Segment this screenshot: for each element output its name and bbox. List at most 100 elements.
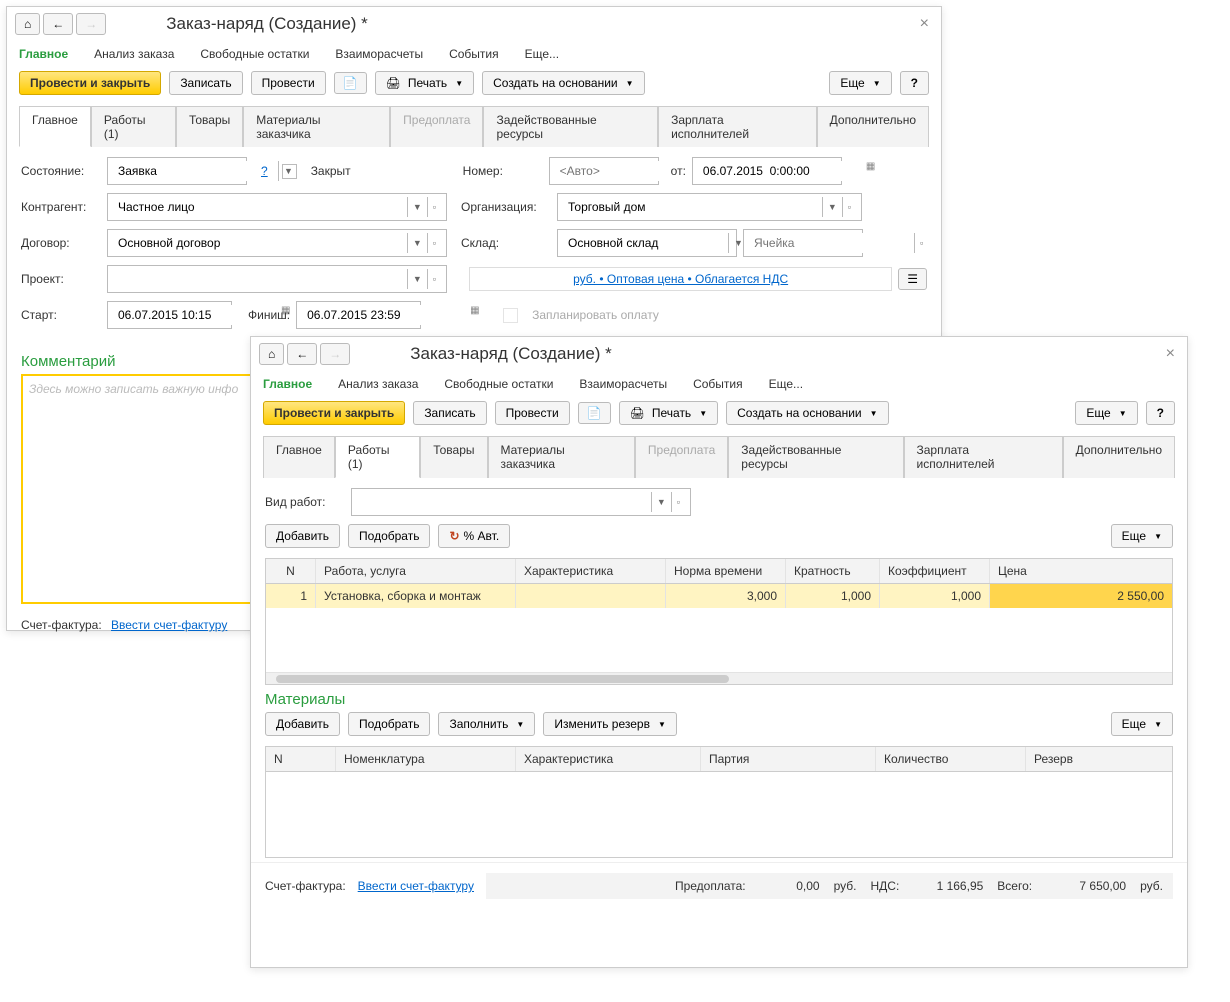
tab-salary[interactable]: Зарплата исполнителей xyxy=(904,436,1063,478)
add-button[interactable]: Добавить xyxy=(265,712,340,736)
tab-materials[interactable]: Материалы заказчика xyxy=(243,106,390,147)
finish-field[interactable]: ▦ xyxy=(296,301,421,329)
state-input[interactable] xyxy=(113,161,278,181)
nav-events[interactable]: События xyxy=(693,377,743,391)
back-button[interactable]: ← xyxy=(43,13,73,35)
cell-combo[interactable]: ▫ xyxy=(743,229,863,257)
invoice-link[interactable]: Ввести счет-фактуру xyxy=(111,618,227,632)
col-mult[interactable]: Кратность xyxy=(786,559,880,583)
col-qty[interactable]: Количество xyxy=(876,747,1026,771)
settings-icon[interactable]: ☰ xyxy=(898,268,927,290)
open-icon[interactable]: ▫ xyxy=(427,233,441,253)
write-button[interactable]: Записать xyxy=(169,71,242,95)
tab-works[interactable]: Работы (1) xyxy=(335,436,420,478)
col-coef[interactable]: Коэффициент xyxy=(880,559,990,583)
invoice-link[interactable]: Ввести счет-фактуру xyxy=(358,879,474,893)
nav-remains[interactable]: Свободные остатки xyxy=(444,377,553,391)
number-field[interactable] xyxy=(549,157,659,185)
more-button[interactable]: Еще xyxy=(1075,401,1137,425)
print-button[interactable]: Печать xyxy=(619,401,718,425)
calendar-icon[interactable]: ▦ xyxy=(863,161,878,181)
reserve-button[interactable]: Изменить резерв xyxy=(543,712,677,736)
help-button[interactable]: ? xyxy=(900,71,929,95)
col-nom[interactable]: Номенклатура xyxy=(336,747,516,771)
nav-events[interactable]: События xyxy=(449,47,499,61)
create-based-button[interactable]: Создать на основании xyxy=(726,401,888,425)
work-type-combo[interactable]: ▼ ▫ xyxy=(351,488,691,516)
col-price[interactable]: Цена xyxy=(990,559,1172,583)
tab-goods[interactable]: Товары xyxy=(420,436,487,478)
date-field[interactable]: ▦ xyxy=(692,157,842,185)
chevron-down-icon[interactable]: ▼ xyxy=(407,269,427,289)
more-button[interactable]: Еще xyxy=(1111,712,1173,736)
col-work[interactable]: Работа, услуга xyxy=(316,559,516,583)
close-icon[interactable]: × xyxy=(1162,345,1179,363)
post-button[interactable]: Провести xyxy=(495,401,570,425)
open-icon[interactable]: ▫ xyxy=(427,197,441,217)
table-row[interactable]: 1 Установка, сборка и монтаж 3,000 1,000… xyxy=(266,584,1172,608)
auto-button[interactable]: ↻ % Авт. xyxy=(438,524,510,548)
post-button[interactable]: Провести xyxy=(251,71,326,95)
structure-button[interactable]: 📄 xyxy=(578,402,611,424)
nav-main[interactable]: Главное xyxy=(19,47,68,61)
nav-main[interactable]: Главное xyxy=(263,377,312,391)
warehouse-combo[interactable]: ▼ ▫ xyxy=(557,229,737,257)
structure-button[interactable]: 📄 xyxy=(334,72,367,94)
closed-checkbox[interactable] xyxy=(282,164,297,179)
tab-extra[interactable]: Дополнительно xyxy=(1063,436,1175,478)
forward-button[interactable]: → xyxy=(76,13,106,35)
home-button[interactable]: ⌂ xyxy=(15,13,40,35)
project-combo[interactable]: ▼ ▫ xyxy=(107,265,447,293)
chevron-down-icon[interactable]: ▼ xyxy=(651,492,671,512)
state-combo[interactable]: ▼ xyxy=(107,157,247,185)
print-button[interactable]: Печать xyxy=(375,71,474,95)
chevron-down-icon[interactable]: ▼ xyxy=(407,197,427,217)
org-input[interactable] xyxy=(563,197,822,217)
nav-more[interactable]: Еще... xyxy=(525,47,559,61)
pick-button[interactable]: Подобрать xyxy=(348,712,430,736)
open-icon[interactable]: ▫ xyxy=(914,233,928,253)
tab-salary[interactable]: Зарплата исполнителей xyxy=(658,106,817,147)
contract-combo[interactable]: ▼ ▫ xyxy=(107,229,447,257)
open-icon[interactable]: ▫ xyxy=(671,492,685,512)
close-icon[interactable]: × xyxy=(916,15,933,33)
col-char[interactable]: Характеристика xyxy=(516,747,701,771)
post-close-button[interactable]: Провести и закрыть xyxy=(263,401,405,425)
col-norm[interactable]: Норма времени xyxy=(666,559,786,583)
help-link[interactable]: ? xyxy=(261,164,268,178)
home-button[interactable]: ⌂ xyxy=(259,343,284,365)
col-char[interactable]: Характеристика xyxy=(516,559,666,583)
pick-button[interactable]: Подобрать xyxy=(348,524,430,548)
tab-goods[interactable]: Товары xyxy=(176,106,243,147)
counterparty-input[interactable] xyxy=(113,197,407,217)
write-button[interactable]: Записать xyxy=(413,401,486,425)
tab-main[interactable]: Главное xyxy=(263,436,335,478)
contract-input[interactable] xyxy=(113,233,407,253)
project-input[interactable] xyxy=(113,269,407,289)
col-n[interactable]: N xyxy=(266,559,316,583)
chevron-down-icon[interactable]: ▼ xyxy=(407,233,427,253)
warehouse-input[interactable] xyxy=(563,233,728,253)
col-n[interactable]: N xyxy=(266,747,336,771)
work-type-input[interactable] xyxy=(357,492,651,512)
col-reserve[interactable]: Резерв xyxy=(1026,747,1172,771)
date-input[interactable] xyxy=(698,161,863,181)
tab-extra[interactable]: Дополнительно xyxy=(817,106,929,147)
cell-input[interactable] xyxy=(749,233,914,253)
tab-works[interactable]: Работы (1) xyxy=(91,106,176,147)
create-based-button[interactable]: Создать на основании xyxy=(482,71,644,95)
chevron-down-icon[interactable]: ▼ xyxy=(822,197,842,217)
tab-main[interactable]: Главное xyxy=(19,106,91,147)
finish-input[interactable] xyxy=(302,305,467,325)
back-button[interactable]: ← xyxy=(287,343,317,365)
more-button[interactable]: Еще xyxy=(1111,524,1173,548)
start-field[interactable]: ▦ xyxy=(107,301,232,329)
post-close-button[interactable]: Провести и закрыть xyxy=(19,71,161,95)
nav-settlements[interactable]: Взаиморасчеты xyxy=(579,377,667,391)
nav-remains[interactable]: Свободные остатки xyxy=(200,47,309,61)
tab-materials[interactable]: Материалы заказчика xyxy=(488,436,635,478)
open-icon[interactable]: ▫ xyxy=(427,269,441,289)
price-settings[interactable]: руб. • Оптовая цена • Облагается НДС xyxy=(469,267,892,291)
tab-resources[interactable]: Задействованные ресурсы xyxy=(728,436,903,478)
help-button[interactable]: ? xyxy=(1146,401,1175,425)
